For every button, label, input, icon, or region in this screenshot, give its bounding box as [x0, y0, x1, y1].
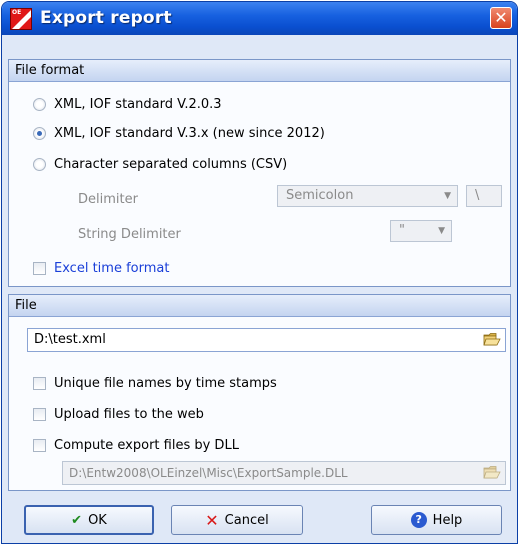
file-path-input[interactable]: D:\test.xml — [27, 328, 506, 352]
checkbox[interactable] — [33, 261, 46, 275]
help-button[interactable]: ? Help — [371, 505, 502, 535]
upload-files-label: Upload files to the web — [54, 406, 204, 422]
help-label: Help — [432, 512, 463, 528]
compute-by-dll-label: Compute export files by DLL — [54, 437, 239, 453]
unique-file-names-label: Unique file names by time stamps — [54, 375, 277, 391]
string-delimiter-value: " — [399, 223, 405, 238]
checkbox[interactable] — [33, 438, 46, 452]
unique-file-names-option[interactable]: Unique file names by time stamps — [33, 374, 277, 392]
window-title: Export report — [40, 8, 172, 28]
checkbox[interactable] — [33, 376, 46, 390]
radio-button-selected[interactable] — [33, 126, 46, 140]
export-report-dialog: OE Export report ✕ File format XML, IOF … — [1, 1, 518, 544]
delimiter-value: Semicolon — [286, 188, 354, 203]
format-option-label: XML, IOF standard V.2.0.3 — [54, 96, 222, 112]
delimiter-select[interactable]: Semicolon ▼ — [277, 185, 458, 207]
ok-button[interactable]: ✔ OK — [24, 505, 154, 535]
radio-button[interactable] — [33, 97, 46, 111]
folder-open-icon[interactable] — [483, 465, 501, 480]
dll-path-value: D:\Entw2008\OLEinzel\Misc\ExportSample.D… — [69, 466, 348, 480]
file-header: File — [9, 295, 510, 317]
close-button[interactable]: ✕ — [490, 7, 512, 29]
format-option-iof-3x[interactable]: XML, IOF standard V.3.x (new since 2012) — [33, 124, 325, 142]
upload-files-option[interactable]: Upload files to the web — [33, 405, 204, 423]
compute-by-dll-option[interactable]: Compute export files by DLL — [33, 436, 239, 454]
file-format-group: File format XML, IOF standard V.2.0.3 XM… — [8, 59, 511, 287]
file-path-value: D:\test.xml — [34, 332, 106, 347]
custom-delimiter-input[interactable]: \ — [466, 185, 502, 207]
file-group: File D:\test.xml Unique file names by ti… — [8, 294, 511, 491]
x-icon: ✕ — [205, 510, 219, 530]
chevron-down-icon: ▼ — [444, 191, 451, 201]
folder-open-icon[interactable] — [483, 332, 501, 347]
ok-label: OK — [88, 512, 107, 528]
delimiter-label: Delimiter — [78, 192, 138, 207]
format-option-label: Character separated columns (CSV) — [54, 156, 288, 172]
excel-time-format-label: Excel time format — [54, 260, 170, 276]
file-format-header: File format — [9, 60, 510, 82]
string-delimiter-label: String Delimiter — [78, 227, 181, 242]
format-option-label: XML, IOF standard V.3.x (new since 2012) — [54, 125, 325, 141]
string-delimiter-select[interactable]: " ▼ — [390, 220, 452, 242]
dll-path-input[interactable]: D:\Entw2008\OLEinzel\Misc\ExportSample.D… — [62, 461, 506, 485]
format-option-csv[interactable]: Character separated columns (CSV) — [33, 155, 287, 173]
radio-button[interactable] — [33, 157, 46, 171]
chevron-down-icon: ▼ — [438, 226, 445, 236]
cancel-label: Cancel — [224, 512, 269, 528]
title-bar[interactable]: OE Export report ✕ — [2, 2, 517, 35]
cancel-button[interactable]: ✕ Cancel — [171, 505, 303, 535]
checkmark-icon: ✔ — [71, 512, 83, 528]
help-icon: ? — [410, 512, 427, 528]
format-option-iof-203[interactable]: XML, IOF standard V.2.0.3 — [33, 95, 222, 113]
checkbox[interactable] — [33, 407, 46, 421]
app-flag-icon: OE — [10, 8, 32, 30]
excel-time-format-option[interactable]: Excel time format — [33, 259, 169, 277]
